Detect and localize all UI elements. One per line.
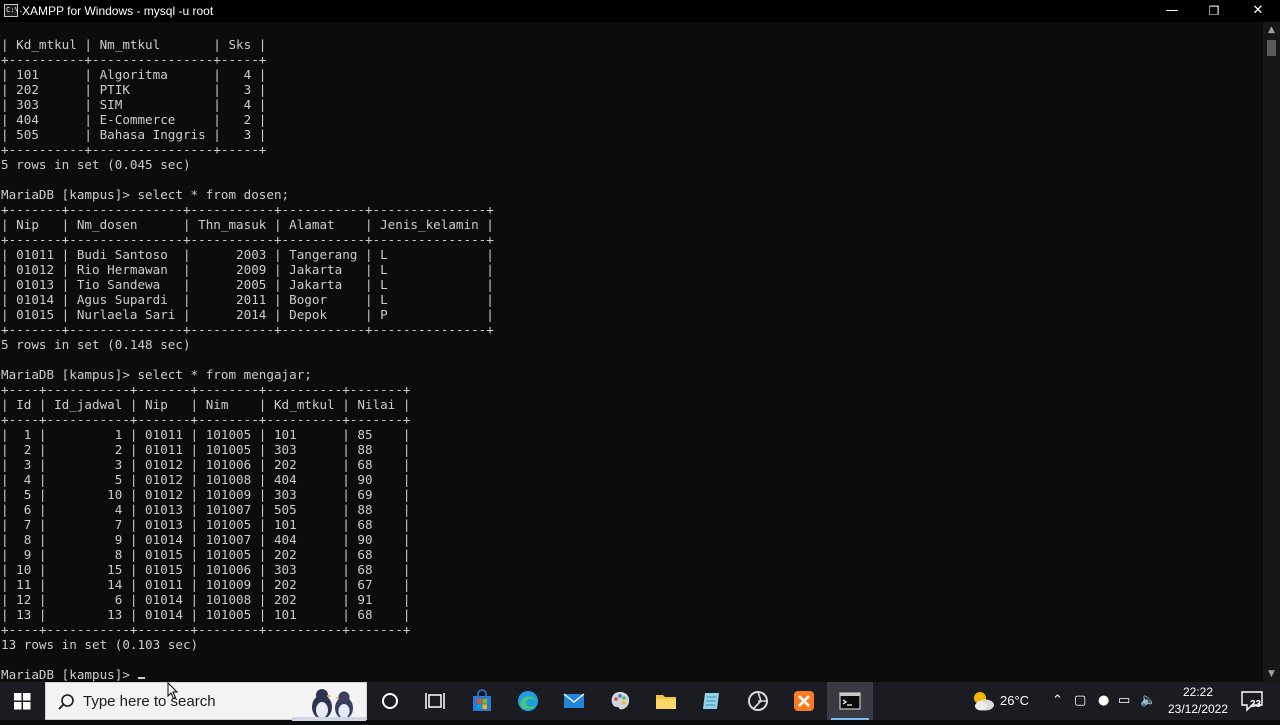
console-line: | Nip | Nm_dosen | Thn_masuk | Alamat | … (1, 217, 494, 232)
taskbar-file-explorer[interactable] (643, 682, 689, 720)
console-line: +-------+---------------+-----------+---… (1, 232, 494, 247)
console-line: | 2 | 2 | 01011 | 101005 | 303 | 88 | (1, 442, 411, 457)
task-view-icon (425, 693, 445, 709)
taskbar-notepad[interactable] (689, 682, 735, 720)
console-app-icon[interactable]: C:\. (4, 4, 23, 17)
scroll-down-arrow-icon[interactable]: ▼ (1263, 668, 1280, 680)
console-line: | Id | Id_jadwal | Nip | Nim | Kd_mtkul … (1, 397, 411, 412)
console-line: | 303 | SIM | 4 | (1, 97, 267, 112)
scroll-up-arrow-icon[interactable]: ▲ (1263, 24, 1280, 36)
taskbar-microsoft-store[interactable] (459, 682, 505, 720)
aperture-app-icon (748, 691, 768, 711)
clock-time[interactable]: 22:22 (1163, 685, 1233, 699)
console-line: 5 rows in set (0.045 sec) (1, 157, 191, 172)
console-line: +----------+----------------+-----+ (1, 52, 267, 67)
console-line: | 13 | 13 | 01014 | 101005 | 101 | 68 | (1, 607, 411, 622)
weather-temperature[interactable]: 26°C (1000, 693, 1029, 708)
vertical-scrollbar[interactable]: ▲ ▼ (1263, 22, 1280, 682)
microphone-icon[interactable]: ● (1098, 693, 1109, 708)
console-line: +----+-----------+-------+--------+-----… (1, 622, 411, 637)
console-line: | Kd_mtkul | Nm_mtkul | Sks | (1, 37, 267, 52)
console-line: | 202 | PTIK | 3 | (1, 82, 267, 97)
console-line: | 8 | 9 | 01014 | 101007 | 404 | 90 | (1, 532, 411, 547)
console-line: | 01015 | Nurlaela Sari | 2014 | Depok |… (1, 307, 494, 322)
console-line: +-------+---------------+-----------+---… (1, 322, 494, 337)
console-line: +----+-----------+-------+--------+-----… (1, 382, 411, 397)
console-line: | 9 | 8 | 01015 | 101005 | 202 | 68 | (1, 547, 411, 562)
weather-partly-cloudy-icon[interactable] (970, 689, 996, 713)
notification-count-badge: 23 (1250, 699, 1262, 710)
console-line: 13 rows in set (0.103 sec) (1, 637, 199, 652)
console-history: | Kd_mtkul | Nm_mtkul | Sks | +---------… (1, 37, 494, 652)
console-line: +----------+----------------+-----+ (1, 142, 267, 157)
command-prompt: MariaDB [kampus]> (1, 667, 138, 682)
battery-icon[interactable]: ▭ (1118, 693, 1130, 708)
taskbar-mail[interactable] (551, 682, 597, 720)
show-hidden-icons-chevron-icon[interactable]: ⌃ (1052, 693, 1063, 708)
console-line: MariaDB [kampus]> select * from mengajar… (1, 367, 312, 382)
console-line: MariaDB [kampus]> select * from dosen; (1, 187, 290, 202)
volume-speaker-icon[interactable]: 🔈 (1140, 693, 1156, 708)
mail-envelope-icon (563, 693, 585, 708)
console-line: | 101 | Algoritma | 4 | (1, 67, 267, 82)
taskbar-xampp[interactable] (781, 682, 827, 720)
taskbar: Type here to search 26°C ⌃ ▢ ● ▭ 🔈 22:22… (0, 682, 1280, 721)
search-highlight-penguins-icon (292, 689, 366, 721)
console-text: | Kd_mtkul | Nm_mtkul | Sks | +---------… (1, 37, 494, 682)
console-line: | 505 | Bahasa Inggris | 3 | (1, 127, 267, 142)
restore-button[interactable]: ❐ (1192, 0, 1236, 22)
console-line: | 3 | 3 | 01012 | 101006 | 202 | 68 | (1, 457, 411, 472)
console-line: | 1 | 1 | 01011 | 101005 | 101 | 85 | (1, 427, 411, 442)
console-line: | 01012 | Rio Hermawan | 2009 | Jakarta … (1, 262, 494, 277)
taskbar-app-circle[interactable] (735, 682, 781, 720)
task-view-button[interactable] (412, 682, 458, 720)
console-line: | 7 | 7 | 01013 | 101005 | 101 | 68 | (1, 517, 411, 532)
scrollbar-thumb[interactable] (1267, 40, 1276, 56)
clock-date[interactable]: 23/12/2022 (1163, 702, 1233, 716)
taskbar-paint-app[interactable] (597, 682, 643, 720)
title-bar[interactable]: C:\. XAMPP for Windows - mysql -u root —… (0, 0, 1280, 22)
folder-icon (656, 695, 676, 709)
mouse-pointer-icon (167, 682, 179, 700)
store-bag-icon (473, 689, 491, 711)
cortana-circle-icon (382, 693, 398, 709)
console-line: +----+-----------+-------+--------+-----… (1, 412, 411, 427)
console-line: | 404 | E-Commerce | 2 | (1, 112, 267, 127)
notepad-icon (703, 693, 719, 709)
cortana-button[interactable] (367, 682, 413, 720)
system-tray: 26°C ⌃ ▢ ● ▭ 🔈 22:22 23/12/2022 23 (968, 682, 1280, 720)
console-line: | 01011 | Budi Santoso | 2003 | Tangeran… (1, 247, 494, 262)
search-placeholder: Type here to search (83, 693, 216, 710)
console-line: | 6 | 4 | 01013 | 101007 | 505 | 88 | (1, 502, 411, 517)
xampp-logo-icon (794, 691, 814, 711)
console-line: | 10 | 15 | 01015 | 101006 | 303 | 68 | (1, 562, 411, 577)
meet-now-icon[interactable]: ▢ (1074, 693, 1086, 708)
windows-logo-icon (14, 693, 31, 710)
command-prompt-icon (839, 692, 861, 710)
console-line: | 01013 | Tio Sandewa | 2005 | Jakarta |… (1, 277, 494, 292)
close-button[interactable]: ✕ (1236, 0, 1280, 22)
console-line: | 01014 | Agus Supardi | 2011 | Bogor | … (1, 292, 494, 307)
minimize-button[interactable]: — (1150, 0, 1194, 22)
console-line: | 5 | 10 | 01012 | 101009 | 303 | 69 | (1, 487, 411, 502)
paint-palette-icon (611, 692, 630, 710)
edge-browser-icon (518, 691, 538, 711)
console-line: 5 rows in set (0.148 sec) (1, 337, 191, 352)
console-line: | 12 | 6 | 01014 | 101008 | 202 | 91 | (1, 592, 411, 607)
console-line: | 11 | 14 | 01011 | 101009 | 202 | 67 | (1, 577, 411, 592)
taskbar-search-box[interactable]: Type here to search (45, 682, 367, 721)
search-icon (58, 694, 74, 710)
console-line: | 4 | 5 | 01012 | 101008 | 404 | 90 | (1, 472, 411, 487)
taskbar-edge[interactable] (505, 682, 551, 720)
console-line: +-------+---------------+-----------+---… (1, 202, 494, 217)
window-title: XAMPP for Windows - mysql -u root (22, 4, 214, 18)
console-output[interactable]: | Kd_mtkul | Nm_mtkul | Sks | +---------… (0, 22, 1263, 682)
taskbar-command-prompt-active[interactable] (827, 682, 873, 720)
text-cursor (138, 677, 146, 679)
start-button[interactable] (0, 682, 45, 720)
